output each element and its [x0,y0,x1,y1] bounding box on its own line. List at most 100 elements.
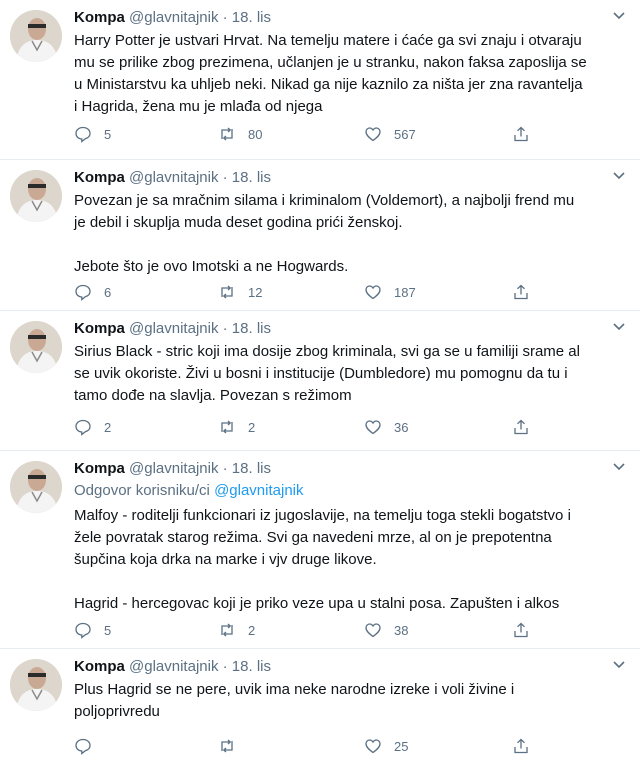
retweet-count: 12 [248,284,263,300]
avatar[interactable] [10,321,62,373]
heart-icon [364,418,382,436]
replying-to: Odgovor korisniku/ci @glavnitajnik [74,481,304,501]
like-button[interactable]: 38 [364,619,408,641]
share-icon [512,418,530,436]
reply-icon [74,737,92,755]
reply-count: 5 [104,126,112,142]
chevron-down-icon[interactable] [610,457,628,475]
share-button[interactable] [512,735,530,757]
tweet-header: Kompa @glavnitajnik · 18. lis [74,8,271,28]
retweet-button[interactable]: 2 [218,619,255,641]
tweet-date[interactable]: 18. lis [232,320,271,337]
heart-icon [364,621,382,639]
tweet[interactable]: Kompa @glavnitajnik · 18. lis Harry Pott… [0,0,640,160]
author-name[interactable]: Kompa [74,658,125,675]
tweet-text: Sirius Black - stric koji ima dosije zbo… [74,343,580,404]
reply-count: 6 [104,284,112,300]
heart-icon [364,283,382,301]
tweet-actions: 5 80 567 [74,123,544,145]
reply-icon [74,125,92,143]
reply-button[interactable]: 5 [74,123,111,145]
heart-icon [364,125,382,143]
author-handle[interactable]: @glavnitajnik [129,460,218,477]
tweet-date[interactable]: 18. lis [232,460,271,477]
chevron-down-icon[interactable] [610,655,628,673]
retweet-icon [218,125,236,143]
author-name[interactable]: Kompa [74,460,125,477]
reply-button[interactable]: 2 [74,416,111,438]
like-count: 38 [394,622,409,638]
retweet-button[interactable]: 80 [218,123,262,145]
tweet-actions: 5 2 38 [74,619,544,641]
tweet[interactable]: Kompa @glavnitajnik · 18. lis Sirius Bla… [0,311,640,451]
reply-count: 5 [104,622,112,638]
retweet-icon [218,418,236,436]
separator-dot: · [222,9,228,26]
tweet-header: Kompa @glavnitajnik · 18. lis [74,657,271,677]
author-name[interactable]: Kompa [74,320,125,337]
retweet-icon [218,283,236,301]
chevron-down-icon[interactable] [610,6,628,24]
share-button[interactable] [512,281,530,303]
like-button[interactable]: 187 [364,281,416,303]
replying-to-mention[interactable]: @glavnitajnik [214,482,303,499]
reply-icon [74,621,92,639]
tweet-date[interactable]: 18. lis [232,658,271,675]
like-button[interactable]: 567 [364,123,416,145]
share-icon [512,737,530,755]
retweet-button[interactable]: 12 [218,281,262,303]
reply-icon [74,283,92,301]
retweet-icon [218,737,236,755]
like-count: 187 [394,284,416,300]
chevron-down-icon[interactable] [610,166,628,184]
reply-button[interactable]: 5 [74,619,111,641]
replying-to-label: Odgovor korisniku/ci [74,482,215,499]
share-icon [512,621,530,639]
share-button[interactable] [512,619,530,641]
reply-button[interactable]: 6 [74,281,111,303]
retweet-button[interactable]: 2 [218,416,255,438]
tweet-date[interactable]: 18. lis [232,169,271,186]
share-button[interactable] [512,123,530,145]
tweet-actions: 6 12 187 [74,281,544,303]
author-handle[interactable]: @glavnitajnik [129,320,218,337]
tweet[interactable]: Kompa @glavnitajnik · 18. lis Odgovor ko… [0,451,640,649]
share-icon [512,125,530,143]
like-button[interactable]: 36 [364,416,408,438]
author-handle[interactable]: @glavnitajnik [129,9,218,26]
tweet-date[interactable]: 18. lis [232,9,271,26]
tweet[interactable]: Kompa @glavnitajnik · 18. lis Plus Hagri… [0,649,640,772]
author-handle[interactable]: @glavnitajnik [129,169,218,186]
tweet-actions: 2 2 36 [74,416,544,438]
author-name[interactable]: Kompa [74,9,125,26]
tweet-text: Malfoy - roditelji funkcionari iz jugosl… [74,507,571,612]
tweet-header: Kompa @glavnitajnik · 18. lis [74,168,271,188]
author-handle[interactable]: @glavnitajnik [129,658,218,675]
author-name[interactable]: Kompa [74,169,125,186]
tweet-text: Harry Potter je ustvari Hrvat. Na temelj… [74,32,587,115]
avatar[interactable] [10,461,62,513]
chevron-down-icon[interactable] [610,317,628,335]
like-count: 36 [394,419,409,435]
retweet-button[interactable] [218,735,248,757]
separator-dot: · [222,320,228,337]
tweet-text: Povezan je sa mračnim silama i kriminalo… [74,192,575,275]
separator-dot: · [222,169,228,186]
reply-count: 2 [104,419,112,435]
tweet-header: Kompa @glavnitajnik · 18. lis [74,459,271,479]
avatar[interactable] [10,170,62,222]
like-count: 567 [394,126,416,142]
avatar[interactable] [10,659,62,711]
tweet-text: Plus Hagrid se ne pere, uvik ima neke na… [74,681,515,720]
share-button[interactable] [512,416,530,438]
reply-button[interactable] [74,735,104,757]
tweet[interactable]: Kompa @glavnitajnik · 18. lis Povezan je… [0,160,640,311]
retweet-count: 80 [248,126,263,142]
like-button[interactable]: 25 [364,735,408,757]
retweet-count: 2 [248,419,256,435]
avatar[interactable] [10,10,62,62]
retweet-icon [218,621,236,639]
like-count: 25 [394,738,409,754]
retweet-count: 2 [248,622,256,638]
tweet-header: Kompa @glavnitajnik · 18. lis [74,319,271,339]
